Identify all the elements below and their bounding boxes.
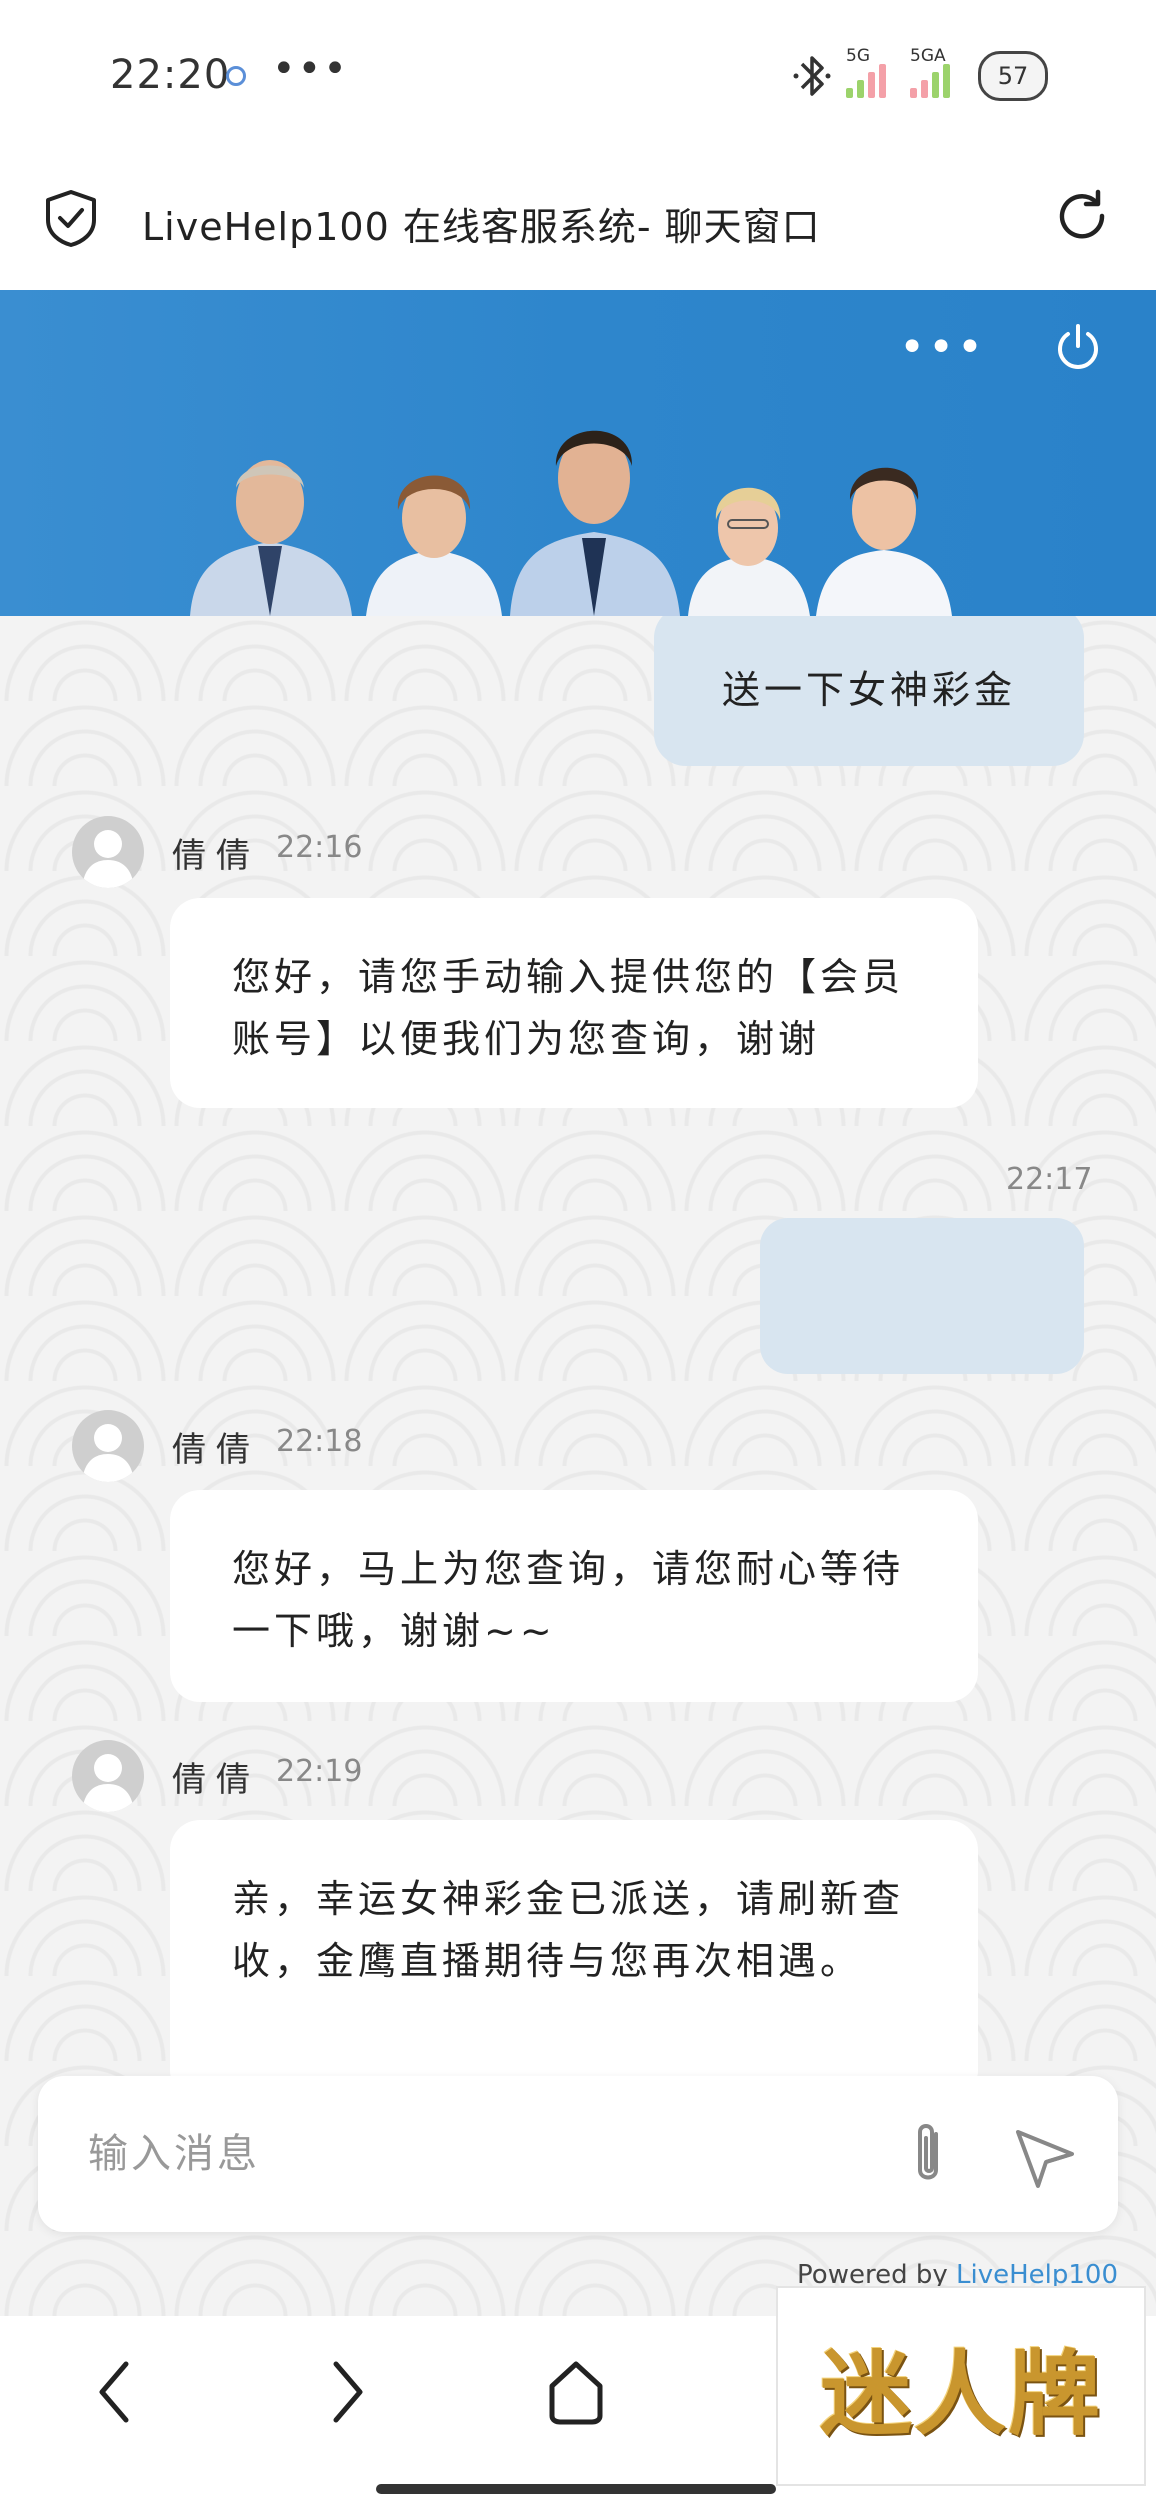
brand-watermark-text: 迷人牌 [819,2339,1102,2448]
avatar-icon [82,1424,134,1482]
notification-icon [226,66,246,86]
status-indicators: 5G 5GA 57 [792,46,1048,104]
message-time: 22:17 [1006,1162,1093,1197]
agent-message-bubble: 亲，幸运女神彩金已派送，请刷新查收，金鹰直播期待与您再次相遇。 [170,1820,978,2100]
bluetooth-icon [793,56,831,96]
status-more-indicator: ••• [272,46,349,92]
battery-level: 57 [997,62,1029,90]
browser-address-bar: LiveHelp100 在线客服系统- 聊天窗口 [0,150,1156,290]
signal-5ga-label: 5GA [910,46,946,66]
message-time: 22:19 [276,1754,363,1789]
chat-more-menu-button[interactable]: ••• [899,326,986,370]
agent-name: 倩倩 [172,1760,260,1800]
forward-icon[interactable] [322,2356,372,2426]
avatar-icon [82,830,134,888]
message-input[interactable] [88,2116,868,2192]
back-icon[interactable] [90,2356,140,2426]
avatar-icon [82,1754,134,1812]
reload-icon[interactable] [1052,186,1112,246]
brand-watermark: 迷人牌 [776,2286,1146,2486]
status-bar: 22:20 ••• 5G 5GA 57 [0,0,1156,150]
paperclip-icon[interactable] [898,2120,958,2190]
page-title[interactable]: LiveHelp100 在线客服系统- 聊天窗口 [142,196,821,251]
status-time: 22:20 [110,52,231,98]
agent-avatar [72,1410,144,1482]
message-text: 您好，马上为您查询，请您耐心等待一下哦，谢谢~~ [232,1547,905,1653]
message-composer [38,2076,1118,2232]
agent-name: 倩倩 [172,836,260,876]
signal-5g-icon: 5G [846,46,886,98]
agent-avatar [72,1740,144,1812]
support-team-photo [190,430,952,616]
signal-5g-label: 5G [846,46,870,66]
message-time: 22:18 [276,1424,363,1459]
customer-message-bubble: 送一下女神彩金 [654,616,1084,766]
battery-icon: 57 [978,51,1048,101]
home-indicator[interactable] [376,2484,776,2494]
customer-image-message-bubble[interactable] [760,1218,1084,1374]
agent-name: 倩倩 [172,1430,260,1470]
shield-check-icon[interactable] [44,188,98,248]
send-icon[interactable] [1012,2124,1078,2190]
agent-message-bubble: 您好，请您手动输入提供您的【会员账号】以便我们为您查询，谢谢 [170,898,978,1108]
agent-message-bubble: 您好，马上为您查询，请您耐心等待一下哦，谢谢~~ [170,1490,978,1702]
message-text: 您好，请您手动输入提供您的【会员账号】以便我们为您查询，谢谢 [232,955,905,1061]
message-text: 亲，幸运女神彩金已派送，请刷新查收，金鹰直播期待与您再次相遇。 [232,1877,905,1983]
message-time: 22:16 [276,830,363,865]
chat-header-banner: ••• [0,290,1156,616]
home-icon[interactable] [544,2356,608,2426]
chat-messages-area[interactable]: 送一下女神彩金 倩倩 22:16 您好，请您手动输入提供您的【会员账号】以便我们… [0,616,1156,2316]
power-icon[interactable] [1050,320,1106,376]
message-text: 送一下女神彩金 [721,667,1016,712]
signal-5ga-icon: 5GA [910,46,950,98]
agent-avatar [72,816,144,888]
